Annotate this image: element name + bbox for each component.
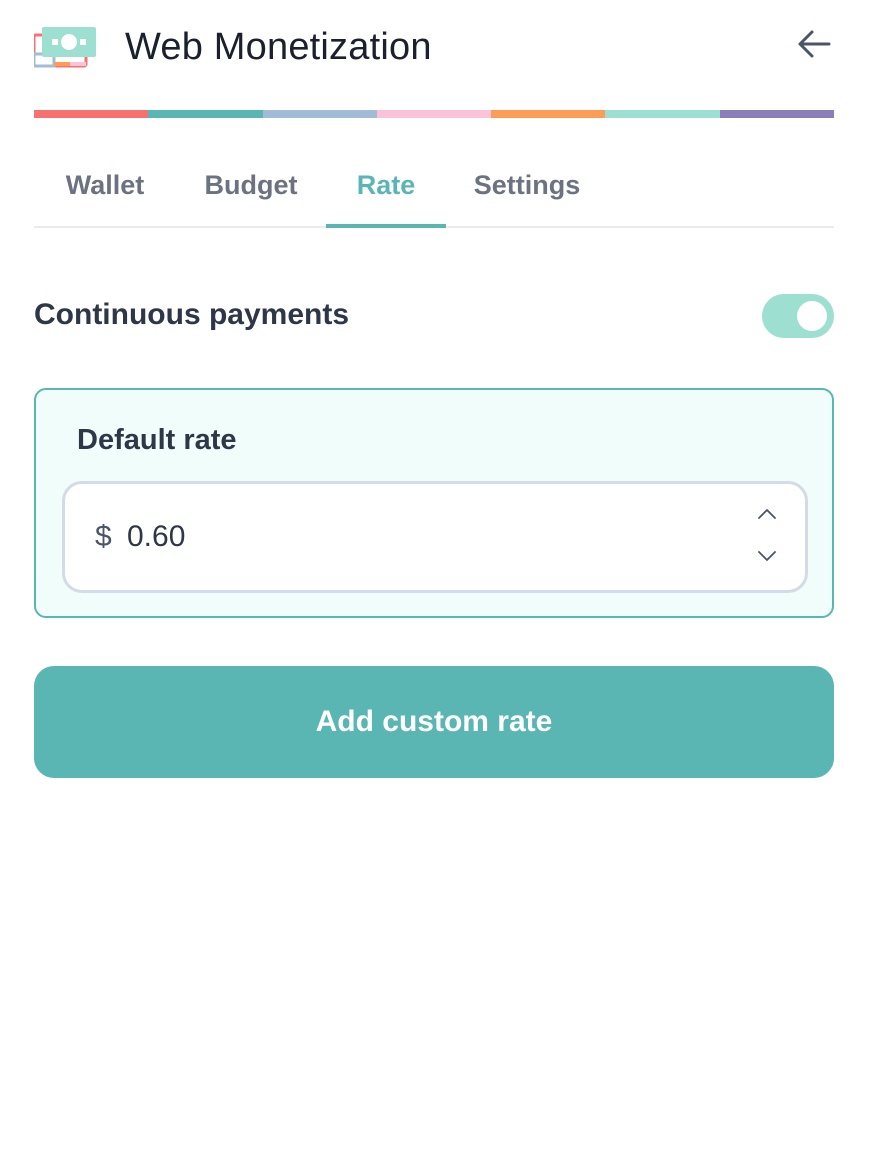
- app-title: Web Monetization: [125, 26, 432, 68]
- default-rate-title: Default rate: [77, 424, 237, 456]
- continuous-payments-toggle[interactable]: [762, 294, 834, 338]
- toggle-knob: [797, 301, 827, 331]
- default-rate-card: Default rate $: [34, 388, 834, 618]
- tab-wallet[interactable]: Wallet: [34, 160, 176, 226]
- add-custom-rate-button[interactable]: Add custom rate: [34, 666, 834, 778]
- chevron-up-icon: [757, 507, 777, 525]
- rate-stepper: [755, 506, 779, 568]
- step-down-button[interactable]: [755, 548, 779, 568]
- stripe-segment: [376, 110, 492, 118]
- continuous-payments-row: Continuous payments: [34, 294, 834, 340]
- rate-input[interactable]: [127, 520, 727, 554]
- tab-budget[interactable]: Budget: [176, 160, 326, 226]
- color-stripe: [34, 110, 834, 118]
- stripe-segment: [719, 110, 834, 118]
- chevron-down-icon: [757, 549, 777, 567]
- tab-bar: Wallet Budget Rate Settings: [34, 160, 834, 228]
- stripe-segment: [491, 110, 606, 118]
- money-bill-icon: [32, 24, 96, 68]
- step-up-button[interactable]: [755, 506, 779, 526]
- rate-input-container: $: [62, 481, 808, 593]
- stripe-segment: [34, 110, 149, 118]
- stripe-segment: [605, 110, 720, 118]
- rate-page: Web Monetization Wallet Budget Rate Sett…: [0, 0, 872, 1164]
- back-button[interactable]: [794, 24, 834, 68]
- arrow-left-icon: [797, 29, 831, 64]
- tab-rate[interactable]: Rate: [326, 160, 446, 228]
- stripe-segment: [262, 110, 377, 118]
- continuous-payments-label: Continuous payments: [34, 298, 350, 331]
- tab-settings[interactable]: Settings: [446, 160, 608, 226]
- currency-symbol: $: [95, 520, 112, 553]
- header: Web Monetization: [32, 22, 834, 74]
- stripe-segment: [148, 110, 263, 118]
